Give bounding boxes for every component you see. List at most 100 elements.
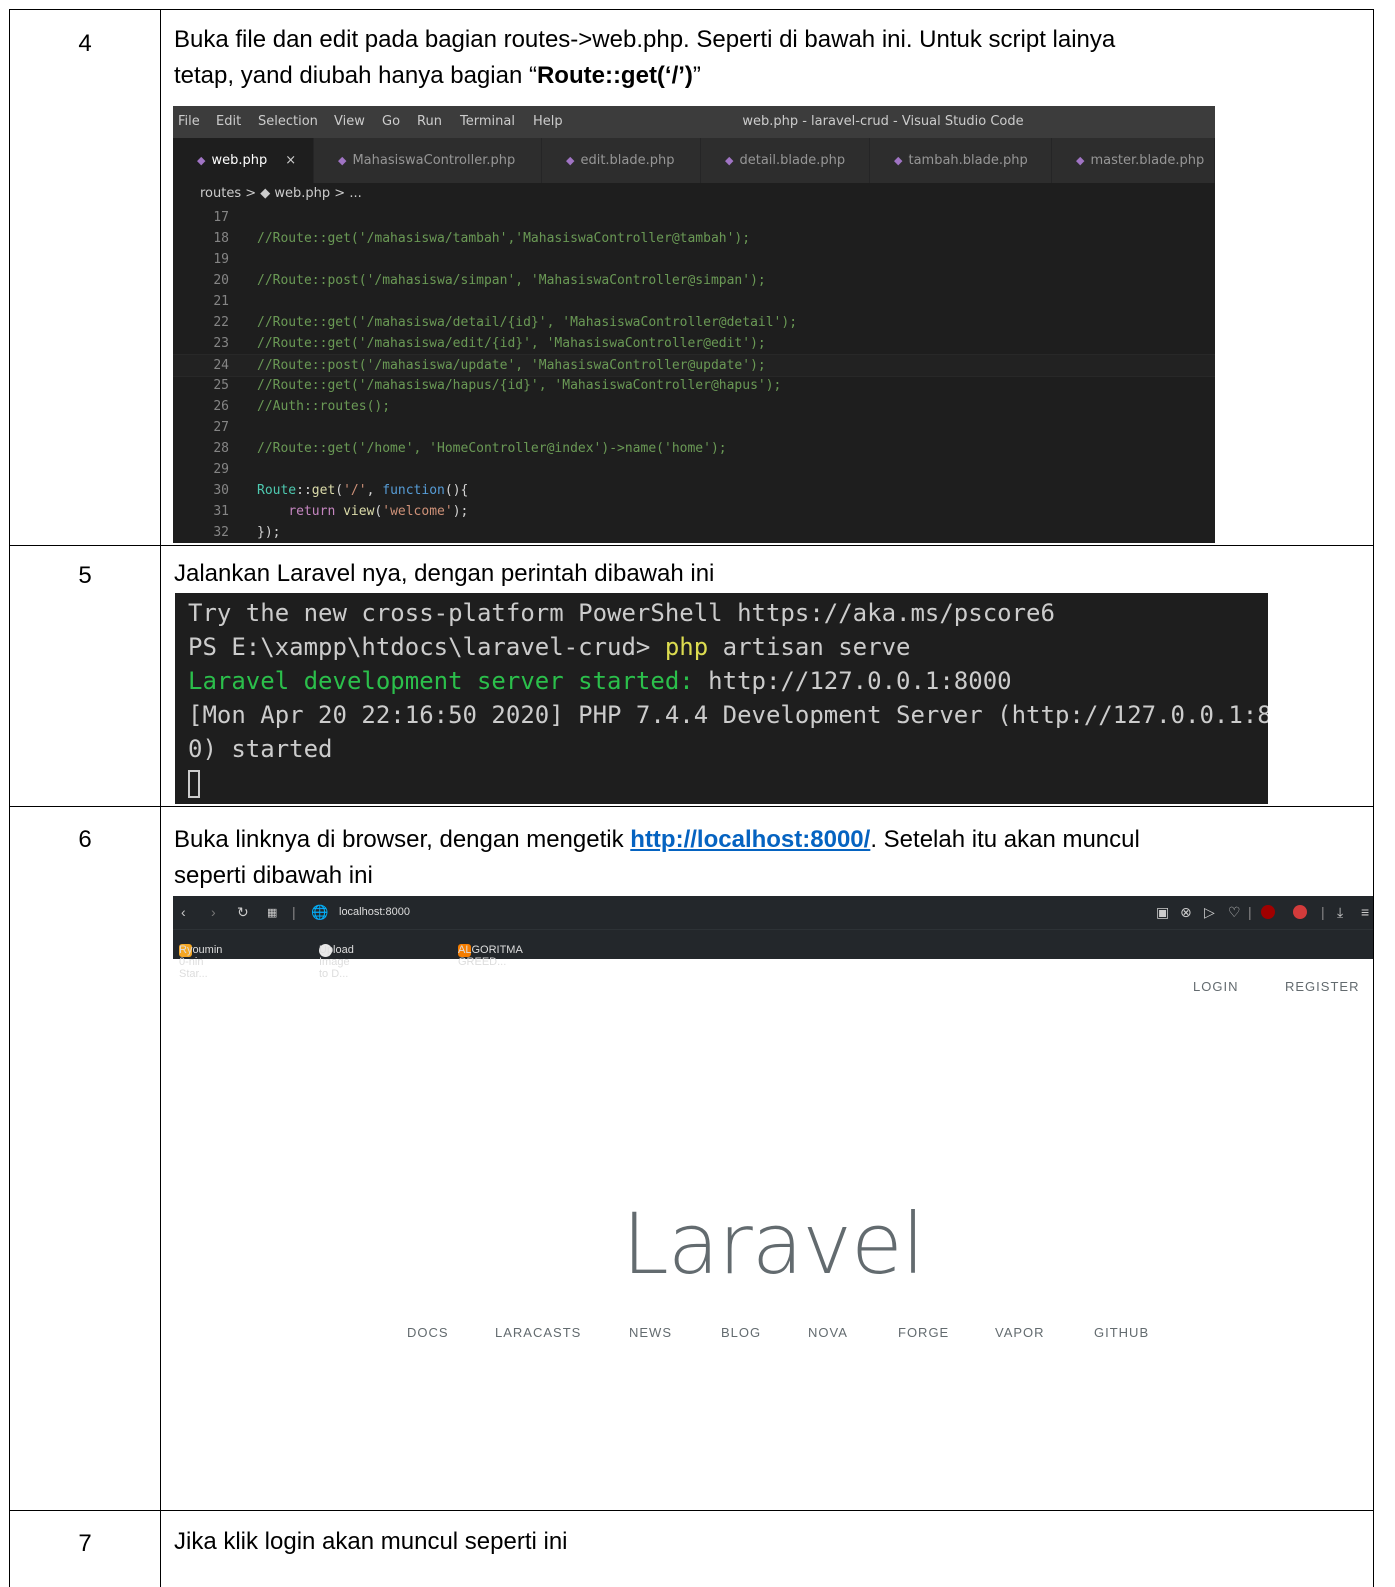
step-text-line: Buka file dan edit pada bagian routes->w… — [174, 26, 1116, 53]
code-text: //Route::get('/mahasiswa/detail/{id}', '… — [257, 315, 798, 330]
code-line: 22 //Route::get('/mahasiswa/detail/{id}',… — [173, 312, 1215, 333]
browser-toolbar: ‹ › ↻ ▦ | 🌐 localhost:8000 ▣ ⊗ ▷ ♡ | | ⤓… — [173, 896, 1373, 929]
code-line-current: 24 //Route::post('/mahasiswa/update', 'Ma… — [173, 354, 1215, 377]
code-line: 20 //Route::post('/mahasiswa/simpan', 'Ma… — [173, 270, 1215, 291]
php-file-icon: ◆ — [725, 154, 734, 167]
tab-label: detail.blade.php — [739, 153, 846, 168]
tab-web-php[interactable]: ◆ web.php × — [173, 138, 314, 183]
php-file-icon: ◆ — [197, 154, 206, 167]
menu-item-run[interactable]: Run — [417, 114, 442, 129]
code-line: 28 //Route::get('/home', 'HomeController@… — [173, 438, 1215, 459]
terminal-line — [188, 766, 200, 800]
tab-edit-blade[interactable]: ◆ edit.blade.php — [542, 138, 701, 183]
code-token: '/' — [343, 483, 367, 498]
close-icon[interactable]: × — [285, 153, 296, 168]
line-number: 30 — [213, 483, 229, 498]
step-number: 6 — [78, 826, 92, 853]
step-instruction: Buka linknya di browser, dengan mengetik… — [174, 822, 1140, 894]
code-line: 26 //Auth::routes(); — [173, 396, 1215, 417]
link-nova[interactable]: NOVA — [808, 1325, 848, 1340]
line-number: 27 — [213, 420, 229, 435]
forward-icon[interactable]: › — [211, 904, 216, 920]
bookmarks-bar: Ryoumin 0-nin Star... Upload Image to D.… — [173, 929, 1373, 980]
menu-item-terminal[interactable]: Terminal — [460, 114, 515, 129]
globe-icon: 🌐 — [311, 904, 329, 920]
step-text-line: seperti dibawah ini — [174, 862, 373, 889]
menu-icon[interactable]: ≡ — [1361, 904, 1369, 920]
code-token: (){ — [444, 483, 469, 498]
menu-item-help[interactable]: Help — [533, 114, 563, 129]
breadcrumb[interactable]: routes > ◆ web.php > ... — [173, 183, 1215, 207]
table-row-divider — [9, 1510, 1374, 1511]
code-token: 'welcome' — [382, 504, 453, 519]
code-token: , — [366, 483, 383, 498]
extension-icon[interactable] — [1293, 905, 1307, 919]
tab-label: tambah.blade.php — [908, 153, 1028, 168]
browser-screenshot: ‹ › ↻ ▦ | 🌐 localhost:8000 ▣ ⊗ ▷ ♡ | | ⤓… — [173, 896, 1373, 1508]
php-file-icon: ◆ — [566, 154, 575, 167]
window-title: web.php - laravel-crud - Visual Studio C… — [742, 114, 1024, 129]
menu-item-selection[interactable]: Selection — [258, 114, 318, 129]
code-line: 19 — [173, 249, 1215, 270]
code-text: }); — [257, 525, 281, 540]
step-instruction: Buka file dan edit pada bagian routes->w… — [174, 22, 1115, 94]
menu-item-view[interactable]: View — [334, 114, 365, 129]
nav-login[interactable]: LOGIN — [1193, 979, 1238, 994]
address-bar-url[interactable]: localhost:8000 — [339, 906, 410, 918]
terminal-prompt: PS E:\xampp\htdocs\laravel-crud> — [188, 633, 665, 661]
camera-icon[interactable]: ▣ — [1156, 904, 1169, 921]
link-github[interactable]: GITHUB — [1094, 1325, 1149, 1340]
step-text-part: Buka linknya di browser, dengan mengetik — [174, 826, 631, 853]
code-text: //Route::get('/mahasiswa/edit/{id}', 'Ma… — [257, 336, 766, 351]
menu-item-file[interactable]: File — [178, 114, 200, 129]
nav-register[interactable]: REGISTER — [1285, 979, 1359, 994]
table-column-divider — [160, 9, 161, 1587]
terminal-line: Laravel development server started: http… — [188, 664, 1012, 698]
localhost-link[interactable]: http://localhost:8000/ — [630, 826, 870, 853]
download-icon[interactable]: ⤓ — [1337, 904, 1343, 921]
menu-item-go[interactable]: Go — [382, 114, 400, 129]
bookmark-label: Upload Image to D... — [319, 944, 354, 980]
link-vapor[interactable]: VAPOR — [995, 1325, 1045, 1340]
send-icon[interactable]: ▷ — [1204, 904, 1215, 921]
back-icon[interactable]: ‹ — [181, 904, 186, 920]
php-file-icon: ◆ — [894, 154, 903, 167]
tab-detail-blade[interactable]: ◆ detail.blade.php — [701, 138, 870, 183]
line-number: 28 — [213, 441, 229, 456]
code-token: ( — [335, 483, 344, 498]
terminal-command: php — [664, 633, 709, 661]
terminal-line: Try the new cross-platform PowerShell ht… — [188, 599, 1055, 627]
speed-dial-icon[interactable]: ▦ — [267, 906, 277, 919]
ublock-icon[interactable] — [1261, 905, 1275, 919]
code-line: 17 — [173, 207, 1215, 228]
code-line: 21 — [173, 291, 1215, 312]
link-docs[interactable]: DOCS — [407, 1325, 449, 1340]
vscode-screenshot: File Edit Selection View Go Run Terminal… — [173, 106, 1215, 543]
toolbar-separator: | — [1321, 904, 1325, 920]
link-laracasts[interactable]: LARACASTS — [495, 1325, 581, 1340]
link-forge[interactable]: FORGE — [898, 1325, 949, 1340]
code-line: 30 Route::get('/', function(){ — [173, 480, 1215, 501]
step-text-line: Buka linknya di browser, dengan mengetik… — [174, 822, 1140, 858]
laravel-logo-text: Laravel — [621, 1195, 925, 1293]
tab-mahasiswacontroller[interactable]: ◆ MahasiswaController.php — [314, 138, 542, 183]
tab-tambah-blade[interactable]: ◆ tambah.blade.php — [870, 138, 1052, 183]
code-text: //Route::get('/mahasiswa/tambah','Mahasi… — [257, 231, 751, 246]
code-token: Route — [257, 483, 297, 498]
menu-item-edit[interactable]: Edit — [216, 114, 241, 129]
code-line: 25 //Route::get('/mahasiswa/hapus/{id}', … — [173, 375, 1215, 396]
terminal-line: [Mon Apr 20 22:16:50 2020] PHP 7.4.4 Dev… — [188, 701, 1268, 729]
block-icon[interactable]: ⊗ — [1180, 904, 1192, 921]
heart-icon[interactable]: ♡ — [1228, 904, 1241, 921]
step-number: 5 — [78, 562, 92, 589]
tab-label: web.php — [211, 153, 268, 168]
link-news[interactable]: NEWS — [629, 1325, 672, 1340]
step-text-bold: Route::get(‘/’) — [536, 62, 693, 89]
code-line: 23 //Route::get('/mahasiswa/edit/{id}', '… — [173, 333, 1215, 354]
reload-icon[interactable]: ↻ — [237, 904, 249, 921]
tab-master-blade[interactable]: ◆ master.blade.php — [1052, 138, 1215, 183]
code-text: //Auth::routes(); — [257, 399, 391, 414]
code-token: function — [382, 483, 445, 498]
link-blog[interactable]: BLOG — [721, 1325, 761, 1340]
line-number: 18 — [213, 231, 229, 246]
